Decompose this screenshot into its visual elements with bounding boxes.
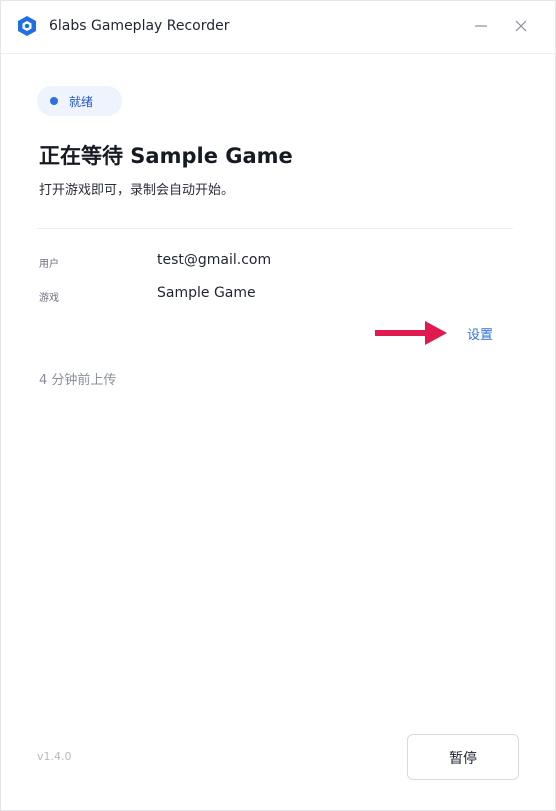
user-label: 用户 [39, 259, 59, 270]
game-label: 游戏 [39, 293, 59, 304]
upload-status: 4 分钟前上传 [39, 373, 117, 388]
minimize-icon[interactable] [470, 15, 492, 37]
user-value: test@gmail.com [157, 252, 272, 268]
pause-button-label: 暂停 [449, 751, 477, 767]
title-bar[interactable]: 6labs Gameplay Recorder [1, 1, 555, 54]
status-badge: 就绪 [37, 86, 122, 116]
app-window: 6labs Gameplay Recorder 就绪 正在等待 Sample G… [0, 0, 556, 811]
game-value: Sample Game [157, 285, 256, 301]
close-icon[interactable] [510, 15, 532, 37]
pause-button[interactable]: 暂停 [407, 734, 519, 780]
app-logo-icon [18, 16, 36, 36]
page-subtitle: 打开游戏即可，录制会自动开始。 [39, 183, 235, 198]
annotation-arrow-icon [375, 321, 447, 345]
status-label: 就绪 [69, 95, 94, 109]
divider [37, 228, 513, 229]
settings-link[interactable]: 设置 [467, 324, 493, 343]
page-title: 正在等待 Sample Game [39, 144, 293, 168]
version-label: v1.4.0 [37, 750, 72, 763]
window-title: 6labs Gameplay Recorder [49, 18, 230, 34]
status-dot-icon [50, 97, 58, 105]
